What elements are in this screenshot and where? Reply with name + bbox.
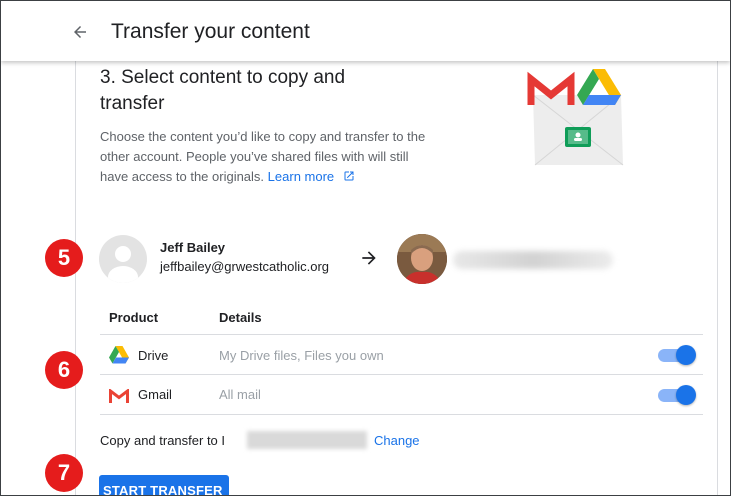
page-title: Transfer your content (111, 20, 310, 43)
toggle-thumb (676, 345, 696, 365)
destination-account-email-redacted (453, 251, 613, 269)
gmail-icon (109, 389, 129, 403)
google-apps-illustration (527, 69, 624, 166)
callout-badge-5: 5 (45, 239, 83, 277)
product-details-gmail: All mail (219, 387, 261, 402)
drive-transfer-toggle[interactable] (658, 345, 696, 365)
column-header-product: Product (109, 310, 159, 325)
back-button[interactable] (67, 19, 93, 45)
arrow-back-icon (74, 26, 86, 38)
source-account-avatar (99, 235, 147, 283)
callout-badge-6: 6 (45, 351, 83, 389)
step-title: 3. Select content to copy and transfer (100, 67, 346, 114)
gmail-transfer-toggle[interactable] (658, 385, 696, 405)
content-card-border-left (75, 61, 76, 495)
top-app-bar: Transfer your content (1, 1, 730, 61)
column-header-details: Details (219, 310, 262, 325)
google-drive-logo-icon (577, 69, 621, 105)
google-classroom-logo-icon (565, 127, 591, 147)
table-divider (100, 334, 703, 335)
table-divider (100, 414, 703, 415)
destination-account-avatar (397, 234, 447, 284)
source-account-name: Jeff Bailey (160, 240, 226, 255)
step-description-text: Choose the content you’d like to copy an… (100, 129, 426, 184)
step-description: Choose the content you’d like to copy an… (100, 127, 440, 187)
person-placeholder-icon (108, 246, 138, 283)
change-destination-link[interactable]: Change (374, 433, 420, 448)
toggle-thumb (676, 385, 696, 405)
start-transfer-button[interactable]: START TRANSFER (99, 475, 229, 495)
learn-more-label: Learn more (267, 169, 335, 184)
product-name-drive: Drive (138, 348, 169, 363)
table-divider (100, 374, 703, 375)
transfer-content-page: Transfer your content 3. Select content … (0, 0, 731, 496)
open-in-new-icon (344, 171, 354, 181)
google-drive-icon (109, 346, 129, 364)
destination-email-redacted (247, 431, 367, 449)
copy-transfer-destination-label: Copy and transfer to I (100, 433, 226, 448)
arrow-forward-icon (362, 251, 376, 265)
product-name-gmail: Gmail (138, 387, 172, 402)
callout-badge-7: 7 (45, 454, 83, 492)
learn-more-link[interactable]: Learn more (268, 169, 355, 184)
product-details-drive: My Drive files, Files you own (219, 348, 384, 363)
content-card-border-right (717, 61, 718, 495)
source-account-email: jeffbailey@grwestcatholic.org (160, 259, 330, 274)
destination-profile-photo (397, 234, 447, 284)
